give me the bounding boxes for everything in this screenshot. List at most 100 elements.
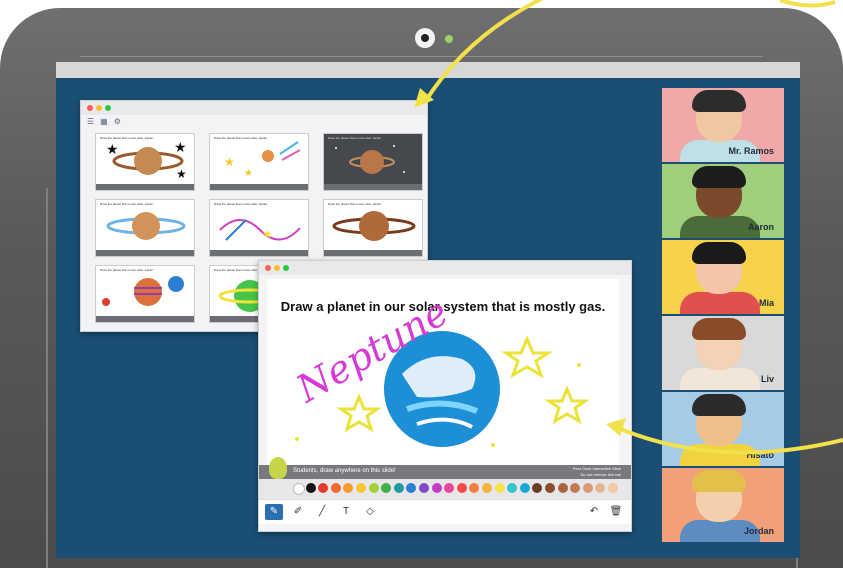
settings-icon[interactable]: ⚙ [114, 117, 121, 126]
color-swatch[interactable] [393, 483, 404, 493]
avatar-torso [680, 368, 760, 390]
participant-name: Mr. Ramos [728, 146, 774, 156]
undo-icon[interactable]: ↶ [585, 504, 603, 520]
participant-tile[interactable]: Aaron [662, 164, 784, 238]
participant-tile[interactable]: Hisato [662, 392, 784, 466]
participant-name: Aaron [747, 222, 774, 232]
thumb-caption: Draw the planet that comes after Jupiter [214, 136, 268, 140]
text-icon[interactable]: T [337, 504, 355, 520]
color-swatch[interactable] [482, 483, 492, 493]
line-icon[interactable]: ╱ [313, 504, 331, 520]
planet-drawing: ★ [219, 219, 301, 241]
svg-text:★: ★ [224, 155, 235, 169]
color-swatch[interactable] [318, 483, 329, 493]
highlighter-icon[interactable]: ✐ [289, 504, 307, 520]
slide-thumb[interactable]: Draw the planet that comes after Jupiter [323, 199, 423, 257]
pen-icon[interactable]: ✎ [265, 504, 283, 520]
avatar-hair [692, 242, 746, 264]
slide-thumb[interactable]: Draw the planet that comes after Jupiter [323, 133, 423, 191]
color-swatch[interactable] [570, 483, 581, 493]
minimize-dot[interactable] [96, 105, 102, 111]
slide-window: Draw a planet in our solar system that i… [258, 260, 632, 532]
planet-drawing: ★★ [224, 141, 301, 179]
minimize-dot[interactable] [274, 265, 280, 271]
window-titlebar [81, 101, 427, 115]
window-titlebar [259, 261, 631, 275]
color-swatch[interactable] [343, 483, 354, 493]
laptop-edge-left [46, 188, 48, 568]
color-swatch[interactable] [381, 483, 392, 493]
svg-text:★: ★ [244, 168, 253, 179]
thumb-caption: Draw the planet that comes after Jupiter [328, 136, 382, 140]
brand-line2: Do not remove this bar [580, 472, 621, 477]
avatar-hair [692, 90, 746, 112]
planet-drawing: ★ ★ ★ [106, 139, 187, 181]
participant-tile[interactable]: Mia [662, 240, 784, 314]
close-dot[interactable] [87, 105, 93, 111]
color-swatch[interactable] [293, 483, 305, 495]
avatar-hair [692, 470, 746, 492]
grid-view-icon[interactable]: ▦ [100, 117, 108, 126]
trash-icon[interactable]: 🗑 [607, 504, 625, 520]
thumb-footer [96, 184, 194, 190]
color-swatch[interactable] [494, 483, 505, 493]
color-swatch[interactable] [557, 483, 568, 493]
thumb-caption: Draw the planet that comes after Jupiter [100, 136, 154, 140]
color-swatch[interactable] [444, 483, 455, 493]
slide-thumb[interactable]: Draw the planet that comes after Jupiter… [95, 133, 195, 191]
camera-led [445, 35, 453, 43]
planet-drawing [332, 211, 416, 241]
maximize-dot[interactable] [283, 265, 289, 271]
color-swatch[interactable] [545, 483, 555, 493]
maximize-dot[interactable] [105, 105, 111, 111]
instruction-text: Students, draw anywhere on this slide! [293, 468, 396, 474]
menu-bar [56, 62, 800, 78]
avatar-hair [692, 166, 746, 188]
eraser-icon[interactable]: ◇ [361, 504, 379, 520]
color-swatch[interactable] [431, 483, 442, 493]
color-swatch[interactable] [582, 483, 593, 493]
avatar-hair [692, 394, 746, 416]
avatar-hair [692, 318, 746, 340]
color-swatch[interactable] [469, 483, 480, 493]
pear-mascot-icon [269, 457, 287, 479]
close-dot[interactable] [265, 265, 271, 271]
svg-text:★: ★ [106, 141, 119, 157]
planet-drawing [335, 145, 405, 174]
bezel-divider [80, 56, 763, 57]
color-swatch[interactable] [368, 483, 379, 493]
slide-canvas[interactable]: Draw a planet in our solar system that i… [267, 279, 619, 465]
color-swatch[interactable] [608, 483, 618, 493]
webcam-icon [415, 28, 435, 48]
thumb-caption: Draw the planet that comes after Jupiter [100, 202, 154, 206]
color-swatch[interactable] [595, 483, 606, 493]
participant-name: Liv [760, 374, 774, 384]
planet-drawing [106, 212, 186, 240]
participant-name: Jordan [743, 526, 774, 536]
thumb-footer [324, 250, 422, 256]
participant-tile[interactable]: Jordan [662, 468, 784, 542]
color-swatch[interactable] [456, 483, 467, 493]
color-swatch[interactable] [305, 483, 316, 493]
participant-tile[interactable]: Liv [662, 316, 784, 390]
color-swatch[interactable] [519, 483, 530, 493]
slide-thumb[interactable]: Draw the planet that comes after Jupiter… [209, 199, 309, 257]
color-swatch[interactable] [406, 483, 417, 493]
thumb-footer [324, 184, 422, 190]
color-swatch[interactable] [507, 483, 518, 493]
planet-drawing [102, 276, 184, 306]
thumbnail-toolbar: ☰ ▦ ⚙ [87, 117, 121, 126]
color-swatch[interactable] [356, 483, 366, 493]
slide-thumb[interactable]: Draw the planet that comes after Jupiter [95, 199, 195, 257]
list-view-icon[interactable]: ☰ [87, 117, 94, 126]
color-swatch[interactable] [532, 483, 543, 493]
color-swatch[interactable] [419, 483, 429, 493]
color-swatch[interactable] [330, 483, 341, 493]
slide-thumb[interactable]: Draw the planet that comes after Jupiter… [209, 133, 309, 191]
thumb-footer [96, 316, 194, 322]
svg-text:★: ★ [262, 227, 273, 241]
participant-tile[interactable]: Mr. Ramos [662, 88, 784, 162]
slide-thumb[interactable]: Draw the planet that comes after Jupiter [95, 265, 195, 323]
thumb-footer [210, 250, 308, 256]
thumb-caption: Draw the planet that comes after Jupiter [214, 202, 268, 206]
